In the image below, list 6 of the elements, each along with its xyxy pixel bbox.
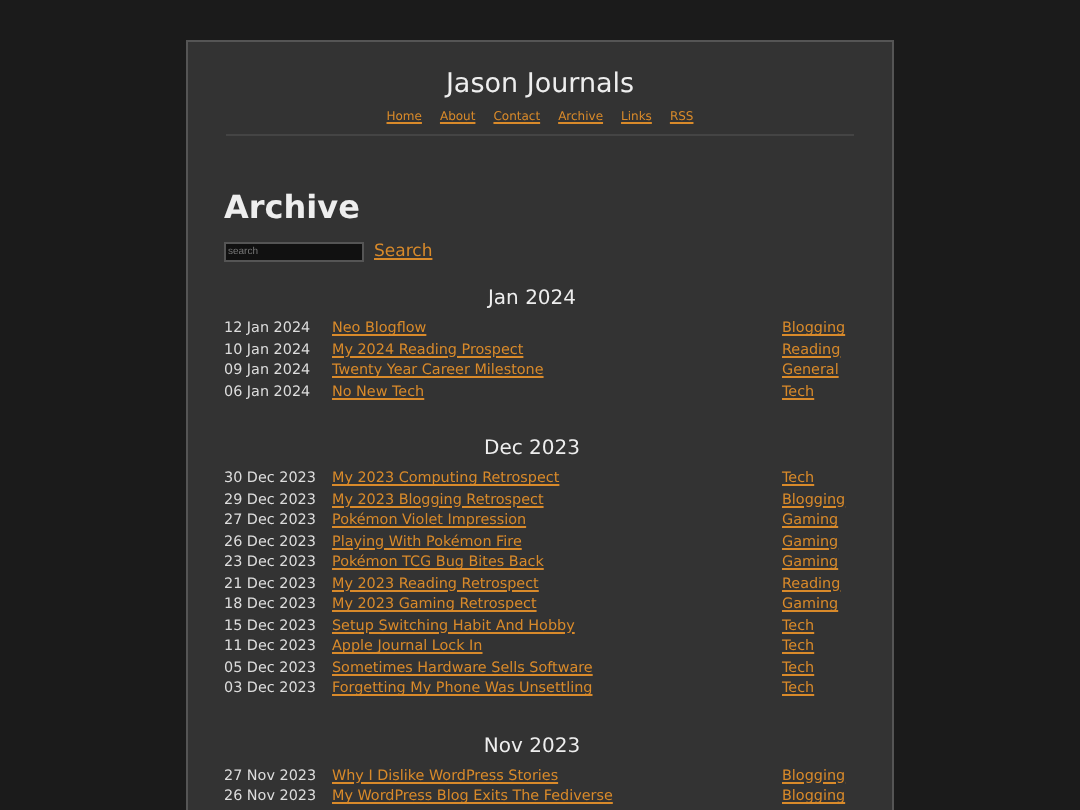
page-heading: Archive bbox=[224, 188, 362, 228]
month-heading: Dec 2023 bbox=[482, 436, 582, 464]
month-heading: Nov 2023 bbox=[481, 733, 583, 761]
search-link[interactable]: Search bbox=[374, 242, 433, 262]
site-title: Jason Journals bbox=[442, 68, 637, 100]
month-heading: Jan 2024 bbox=[485, 286, 579, 314]
